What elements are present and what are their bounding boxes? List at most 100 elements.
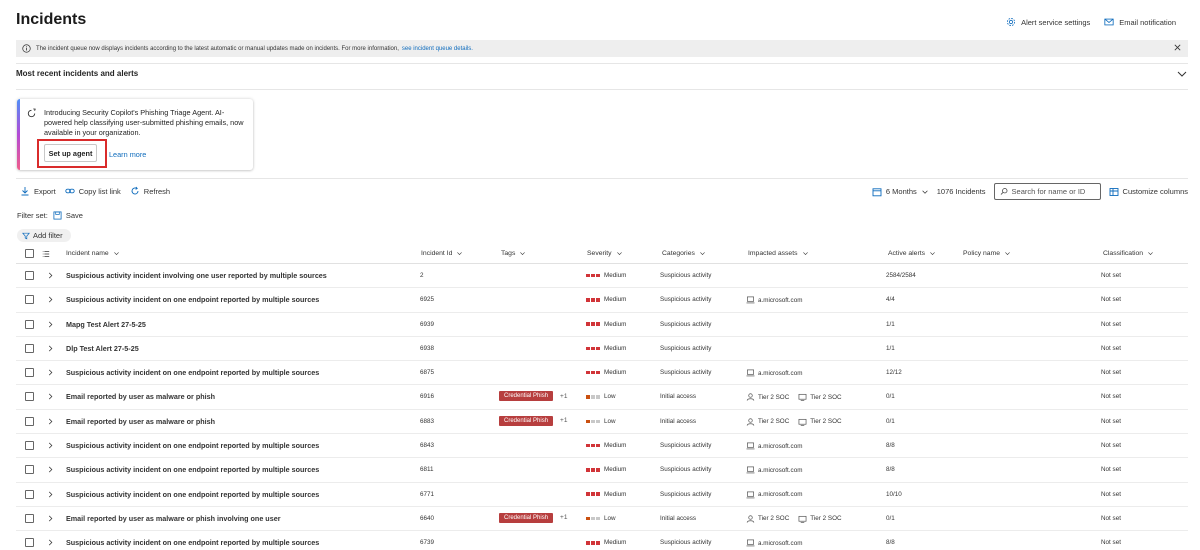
table-row[interactable]: Dlp Test Alert 27-5-25 6938 Medium Suspi… bbox=[16, 337, 1188, 362]
table-row[interactable]: Email reported by user as malware or phi… bbox=[16, 507, 1188, 532]
recent-incidents-header[interactable]: Most recent incidents and alerts bbox=[16, 69, 138, 78]
incident-name-link[interactable]: Suspicious activity incident on one endp… bbox=[66, 295, 319, 304]
incident-name-link[interactable]: Suspicious activity incident on one endp… bbox=[66, 465, 319, 474]
chevron-right-icon[interactable] bbox=[47, 393, 54, 400]
column-header-tags[interactable]: Tags bbox=[501, 250, 526, 257]
row-checkbox[interactable] bbox=[25, 295, 34, 305]
copy-list-link-button[interactable]: Copy list link bbox=[65, 186, 121, 196]
row-checkbox[interactable] bbox=[25, 271, 34, 280]
time-range-dropdown[interactable]: 6 Months bbox=[872, 187, 929, 197]
incident-name: Suspicious activity incident on one endp… bbox=[66, 538, 320, 548]
save-filter-button[interactable]: Save bbox=[53, 211, 83, 220]
chevron-right-icon[interactable] bbox=[47, 345, 54, 352]
list-icon[interactable] bbox=[42, 250, 50, 258]
row-checkbox[interactable] bbox=[25, 465, 34, 475]
tag-more-count[interactable]: +1 bbox=[560, 514, 567, 521]
refresh-button[interactable]: Refresh bbox=[130, 186, 170, 196]
email-notification-button[interactable]: Email notification bbox=[1104, 17, 1176, 27]
tag-badge[interactable]: Credential Phish bbox=[499, 415, 554, 426]
search-input[interactable] bbox=[1011, 187, 1100, 196]
chevron-right-icon[interactable] bbox=[47, 272, 54, 279]
tag-more-count[interactable]: +1 bbox=[560, 393, 567, 400]
chevron-right-icon[interactable] bbox=[47, 418, 54, 425]
column-header-name[interactable]: Incident name bbox=[66, 250, 120, 257]
asset-name: a.microsoft.com bbox=[758, 442, 803, 450]
table-row[interactable]: Email reported by user as malware or phi… bbox=[16, 410, 1188, 435]
chevron-right-icon[interactable] bbox=[47, 321, 54, 328]
row-checkbox[interactable] bbox=[25, 441, 34, 451]
incident-name-link[interactable]: Email reported by user as malware or phi… bbox=[66, 417, 215, 426]
table-row[interactable]: Mapg Test Alert 27-5-25 6939 Medium Susp… bbox=[16, 313, 1188, 337]
chevron-right-icon[interactable] bbox=[47, 369, 54, 376]
column-header-policy-name[interactable]: Policy name bbox=[963, 250, 1011, 257]
asset-item[interactable]: a.microsoft.com bbox=[746, 369, 802, 377]
add-filter-button[interactable]: Add filter bbox=[17, 229, 71, 242]
chevron-down-icon[interactable] bbox=[1176, 68, 1188, 80]
search-box[interactable] bbox=[993, 183, 1101, 200]
chevron-right-icon[interactable] bbox=[47, 296, 54, 303]
chevron-right-icon[interactable] bbox=[47, 539, 54, 546]
incident-name-link[interactable]: Mapg Test Alert 27-5-25 bbox=[66, 320, 146, 329]
column-header-active-alerts[interactable]: Active alerts bbox=[888, 250, 936, 257]
column-header-severity[interactable]: Severity bbox=[587, 250, 623, 257]
asset-item[interactable]: Tier 2 SOC bbox=[798, 418, 842, 426]
download-icon bbox=[21, 187, 29, 196]
incident-name-link[interactable]: Suspicious activity incident involving o… bbox=[66, 271, 327, 280]
incident-name: Mapg Test Alert 27-5-25 bbox=[66, 319, 146, 329]
row-checkbox[interactable] bbox=[25, 416, 34, 426]
customize-columns-button[interactable]: Customize columns bbox=[1109, 187, 1188, 197]
row-checkbox[interactable] bbox=[25, 513, 34, 523]
filter-set-label: Filter set: bbox=[17, 211, 48, 220]
row-checkbox[interactable] bbox=[25, 319, 34, 329]
table-row[interactable]: Suspicious activity incident on one endp… bbox=[16, 361, 1188, 386]
row-checkbox[interactable] bbox=[25, 368, 34, 378]
asset-item[interactable]: a.microsoft.com bbox=[746, 466, 802, 474]
table-row[interactable]: Suspicious activity incident on one endp… bbox=[16, 288, 1188, 313]
close-icon[interactable] bbox=[1173, 43, 1182, 52]
incident-name-link[interactable]: Suspicious activity incident on one endp… bbox=[66, 368, 319, 377]
incident-queue-details-link[interactable]: see incident queue details. bbox=[402, 46, 473, 52]
alert-service-settings-button[interactable]: Alert service settings bbox=[1006, 17, 1090, 27]
select-all-checkbox[interactable] bbox=[25, 249, 34, 258]
incident-name-link[interactable]: Dlp Test Alert 27-5-25 bbox=[66, 344, 139, 353]
table-row[interactable]: Suspicious activity incident on one endp… bbox=[16, 483, 1188, 507]
column-header-id[interactable]: Incident Id bbox=[421, 250, 463, 257]
tag-badge[interactable]: Credential Phish bbox=[499, 391, 554, 402]
export-button[interactable]: Export bbox=[20, 186, 56, 196]
table-row[interactable]: Email reported by user as malware or phi… bbox=[16, 385, 1188, 410]
incident-name-link[interactable]: Suspicious activity incident on one endp… bbox=[66, 490, 319, 499]
asset-item[interactable]: Tier 2 SOC bbox=[798, 393, 842, 402]
asset-item[interactable]: a.microsoft.com bbox=[746, 491, 802, 499]
table-row[interactable]: Suspicious activity incident on one endp… bbox=[16, 458, 1188, 483]
column-header-impacted-assets[interactable]: Impacted assets bbox=[748, 250, 809, 257]
asset-item[interactable]: a.microsoft.com bbox=[746, 442, 802, 450]
asset-item[interactable]: Tier 2 SOC bbox=[746, 515, 789, 523]
table-row[interactable]: Suspicious activity incident on one endp… bbox=[16, 434, 1188, 459]
chevron-right-icon[interactable] bbox=[47, 466, 54, 473]
asset-item[interactable]: a.microsoft.com bbox=[746, 296, 802, 304]
incident-name-link[interactable]: Suspicious activity incident on one endp… bbox=[66, 441, 319, 450]
tag-more-count[interactable]: +1 bbox=[560, 417, 567, 424]
incidents-table: Incident name Incident Id Tags Severity … bbox=[16, 244, 1188, 550]
asset-item[interactable]: Tier 2 SOC bbox=[746, 418, 789, 426]
chevron-right-icon[interactable] bbox=[47, 515, 54, 522]
row-checkbox[interactable] bbox=[25, 489, 34, 499]
asset-item[interactable]: Tier 2 SOC bbox=[798, 515, 842, 523]
chevron-right-icon[interactable] bbox=[47, 491, 54, 498]
active-alerts-value: 1/1 bbox=[886, 320, 895, 328]
tag-badge[interactable]: Credential Phish bbox=[499, 512, 554, 523]
learn-more-link[interactable]: Learn more bbox=[109, 150, 146, 159]
column-header-categories[interactable]: Categories bbox=[662, 250, 706, 257]
asset-item[interactable]: Tier 2 SOC bbox=[746, 393, 789, 402]
chevron-right-icon[interactable] bbox=[47, 442, 54, 449]
row-checkbox[interactable] bbox=[25, 343, 34, 353]
table-row[interactable]: Suspicious activity incident on one endp… bbox=[16, 531, 1188, 550]
row-checkbox[interactable] bbox=[25, 392, 34, 402]
incident-name-link[interactable]: Suspicious activity incident on one endp… bbox=[66, 538, 319, 547]
incident-name-link[interactable]: Email reported by user as malware or phi… bbox=[66, 392, 215, 401]
table-row[interactable]: Suspicious activity incident involving o… bbox=[16, 264, 1188, 289]
row-checkbox[interactable] bbox=[25, 538, 34, 548]
incident-name-link[interactable]: Email reported by user as malware or phi… bbox=[66, 514, 281, 523]
asset-item[interactable]: a.microsoft.com bbox=[746, 539, 802, 547]
column-header-classification[interactable]: Classification bbox=[1103, 250, 1154, 257]
